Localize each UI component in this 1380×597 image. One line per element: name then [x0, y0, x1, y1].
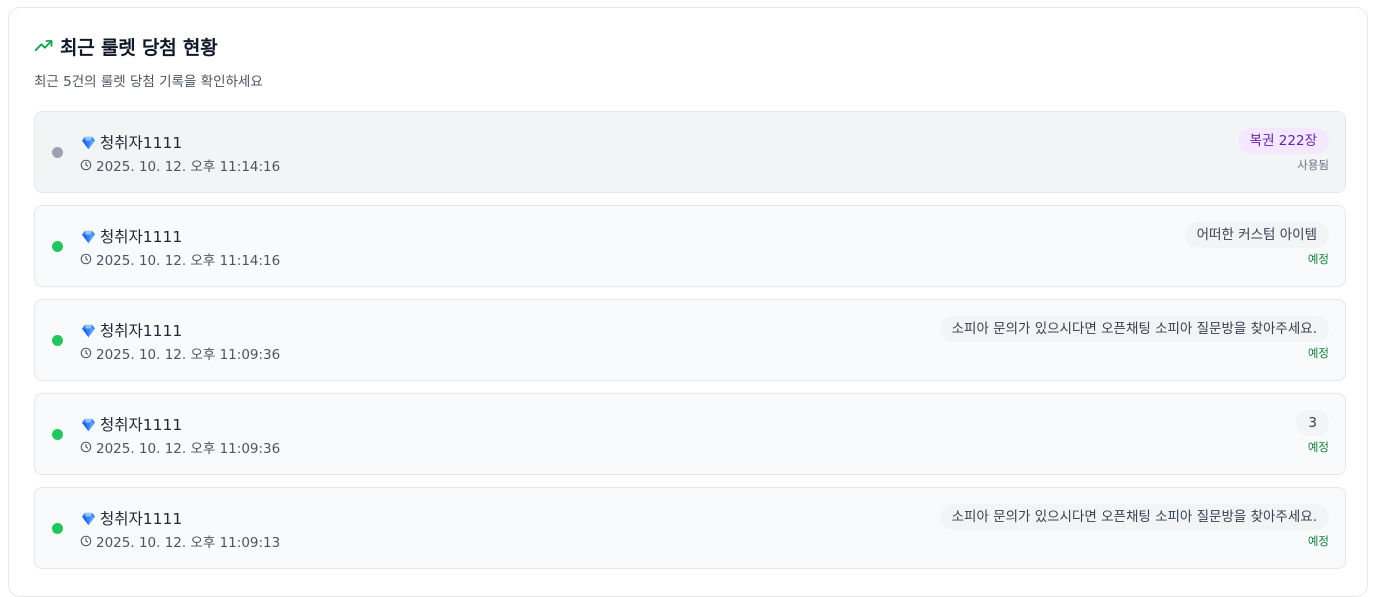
- timestamp: 2025. 10. 12. 오후 11:09:36: [96, 347, 281, 363]
- clock-icon: [80, 253, 92, 265]
- page-subtitle: 최근 5건의 룰렛 당첨 기록을 확인하세요: [34, 74, 263, 90]
- prize-badge: 소피아 문의가 있으시다면 오픈채팅 소피아 질문방을 찾아주세요.: [939, 504, 1329, 530]
- list-item: 청취자1111 2025. 10. 12. 오후 11:14:16 어떠한 커스…: [34, 205, 1346, 287]
- status-label: 사용됨: [1297, 158, 1329, 172]
- list-item: 청취자1111 2025. 10. 12. 오후 11:09:36 소피아 문의…: [34, 299, 1346, 381]
- list-item: 청취자1111 2025. 10. 12. 오후 11:09:36 3 예정: [34, 393, 1346, 475]
- status-dot: [52, 147, 63, 158]
- clock-icon: [80, 159, 92, 171]
- gem-icon: [81, 512, 96, 525]
- page-title: 최근 룰렛 당첨 현황: [60, 36, 218, 59]
- username: 청취자1111: [100, 322, 183, 340]
- prize-column: 어떠한 커스텀 아이템 예정: [1184, 222, 1329, 266]
- timestamp-row: 2025. 10. 12. 오후 11:09:13: [80, 532, 281, 551]
- timestamp: 2025. 10. 12. 오후 11:09:36: [96, 441, 281, 457]
- prize-badge: 복권 222장: [1237, 128, 1329, 154]
- timestamp: 2025. 10. 12. 오후 11:14:16: [96, 253, 281, 269]
- prize-column: 복권 222장 사용됨: [1237, 128, 1329, 172]
- prize-column: 소피아 문의가 있으시다면 오픈채팅 소피아 질문방을 찾아주세요. 예정: [939, 504, 1329, 548]
- winner-list: 청취자1111 2025. 10. 12. 오후 11:14:16 복권 222…: [34, 111, 1346, 581]
- list-item: 청취자1111 2025. 10. 12. 오후 11:14:16 복권 222…: [34, 111, 1346, 193]
- list-item: 청취자1111 2025. 10. 12. 오후 11:09:13 소피아 문의…: [34, 487, 1346, 569]
- trending-up-icon: [34, 40, 53, 52]
- gem-icon: [81, 324, 96, 337]
- user-row: 청취자1111: [81, 413, 182, 435]
- timestamp-row: 2025. 10. 12. 오후 11:09:36: [80, 438, 281, 457]
- prize-column: 3 예정: [1296, 410, 1329, 454]
- user-row: 청취자1111: [81, 131, 182, 153]
- clock-icon: [80, 441, 92, 453]
- status-dot: [52, 241, 63, 252]
- prize-badge: 3: [1296, 410, 1329, 436]
- status-dot: [52, 335, 63, 346]
- status-label: 예정: [1307, 252, 1329, 266]
- timestamp: 2025. 10. 12. 오후 11:09:13: [96, 535, 281, 551]
- username: 청취자1111: [100, 228, 183, 246]
- card-header: 최근 룰렛 당첨 현황 최근 5건의 룰렛 당첨 기록을 확인하세요: [34, 32, 263, 91]
- user-row: 청취자1111: [81, 507, 182, 529]
- recent-roulette-card: 최근 룰렛 당첨 현황 최근 5건의 룰렛 당첨 기록을 확인하세요 청취자11…: [8, 7, 1368, 597]
- username: 청취자1111: [100, 134, 183, 152]
- user-row: 청취자1111: [81, 225, 182, 247]
- title-row: 최근 룰렛 당첨 현황: [34, 32, 263, 60]
- gem-icon: [81, 136, 96, 149]
- timestamp-row: 2025. 10. 12. 오후 11:14:16: [80, 250, 281, 269]
- timestamp-row: 2025. 10. 12. 오후 11:14:16: [80, 156, 281, 175]
- username: 청취자1111: [100, 416, 183, 434]
- status-label: 예정: [1307, 440, 1329, 454]
- status-dot: [52, 429, 63, 440]
- gem-icon: [81, 418, 96, 431]
- gem-icon: [81, 230, 96, 243]
- clock-icon: [80, 535, 92, 547]
- status-label: 예정: [1307, 534, 1329, 548]
- status-dot: [52, 523, 63, 534]
- prize-column: 소피아 문의가 있으시다면 오픈채팅 소피아 질문방을 찾아주세요. 예정: [939, 316, 1329, 360]
- username: 청취자1111: [100, 510, 183, 528]
- prize-badge: 소피아 문의가 있으시다면 오픈채팅 소피아 질문방을 찾아주세요.: [939, 316, 1329, 342]
- user-row: 청취자1111: [81, 319, 182, 341]
- status-label: 예정: [1307, 346, 1329, 360]
- prize-badge: 어떠한 커스텀 아이템: [1184, 222, 1329, 248]
- timestamp-row: 2025. 10. 12. 오후 11:09:36: [80, 344, 281, 363]
- clock-icon: [80, 347, 92, 359]
- timestamp: 2025. 10. 12. 오후 11:14:16: [96, 159, 281, 175]
